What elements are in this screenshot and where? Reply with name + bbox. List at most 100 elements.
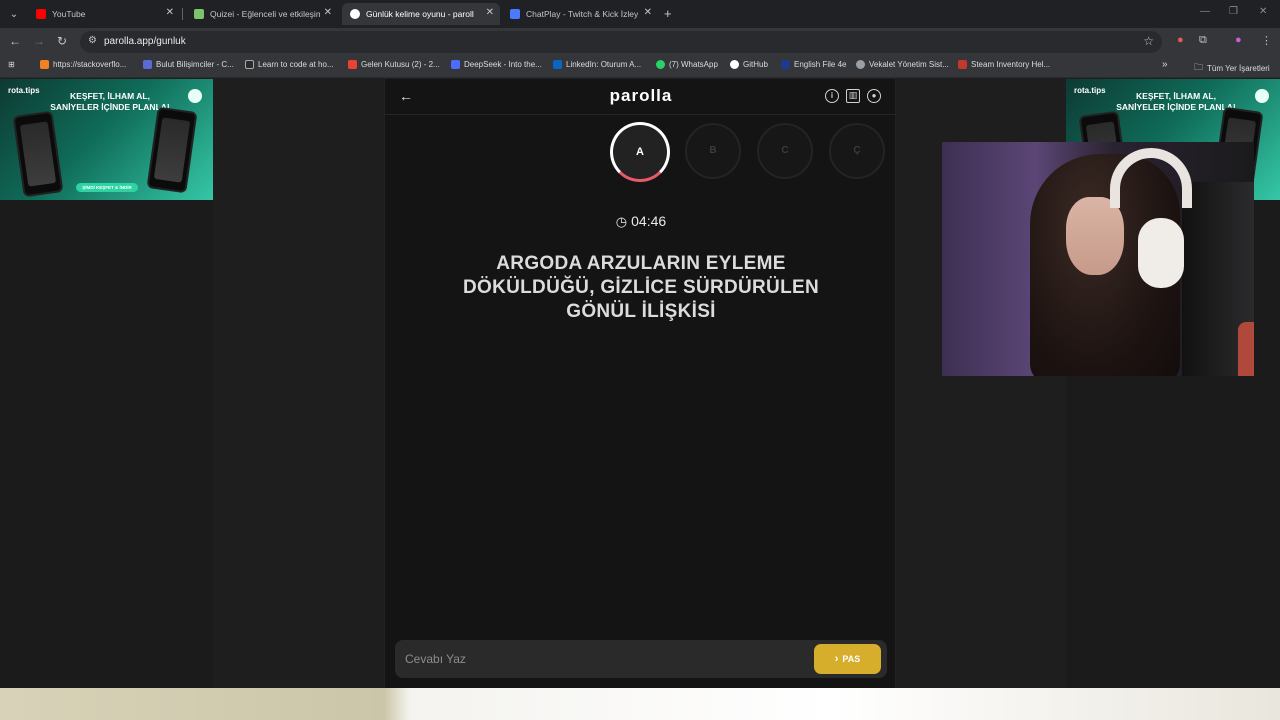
answer-bar: ›PAS [395,640,887,678]
bookmark-label: LinkedIn: Oturum A... [566,60,642,69]
whatsapp-icon [656,60,665,69]
bookmark-bulut[interactable]: Bulut Bilişimciler - C... [143,60,234,69]
folder-icon: 🗀 [1194,62,1204,72]
bottom-overlay-strip [0,688,1280,720]
tab-quizei[interactable]: Quizei - Eğlenceli ve etkileşimli ✕ [186,3,338,25]
browser-toolbar: ← → ↻ ⚙ parolla.app/gunluk ☆ ● ⧉ ● ⋮ [0,28,1280,56]
youtube-favicon-icon [36,9,46,19]
bulut-icon [143,60,152,69]
clue-line: DÖKÜLDÜĞÜ, GİZLİCE SÜRDÜRÜLEN [463,277,819,298]
letter-circle: B [685,123,741,179]
tab-title: Günlük kelime oyunu - parolla [366,9,474,19]
ad-brand: rota.tips [1074,86,1106,95]
letter-circle-active: A [610,122,670,182]
bookmark-label: https://stackoverflo... [53,60,127,69]
extensions-icon[interactable]: ⧉ [1199,34,1207,47]
apps-grid-icon[interactable]: ⊞ [8,60,15,69]
forward-icon[interactable]: → [33,34,45,48]
all-bookmarks-folder[interactable]: 🗀 Tüm Yer İşaretleri [1194,60,1270,76]
ad-info-icon[interactable] [1255,89,1269,103]
bookmarks-bar: ⊞ https://stackoverflo... Bulut Bilişimc… [0,56,1280,78]
tab-title: ChatPlay - Twitch & Kick İzleyici [526,9,638,19]
bookmark-steam-inventory[interactable]: Steam Inventory Hel... [958,60,1050,69]
countdown-timer: ◷ 04:46 [385,213,897,230]
letter-circle: Ç [829,123,885,179]
linkedin-icon [553,60,562,69]
bookmark-label: Vekalet Yönetim Sist... [869,60,949,69]
ad-headline-line: KEŞFET, İLHAM AL, [70,91,150,101]
bookmark-label: (7) WhatsApp [669,60,718,69]
bookmark-gmail[interactable]: Gelen Kutusu (2) - 2... [348,60,440,69]
game-panel: ← parolla i ▥ ● A B C Ç ◷ 04:46 ARGODA AR… [384,79,897,688]
bookmark-learn-to-code[interactable]: Learn to code at ho... [245,60,334,69]
tab-separator [182,8,183,20]
tab-chatplay[interactable]: ChatPlay - Twitch & Kick İzleyici ✕ [502,3,658,25]
back-icon[interactable]: ← [9,34,21,48]
gmail-icon [348,60,357,69]
info-icon[interactable]: i [825,89,839,103]
bookmark-label: DeepSeek - Into the... [464,60,542,69]
bookmarks-overflow-icon[interactable]: » [1162,59,1168,70]
ad-headline-line: KEŞFET, İLHAM AL, [1136,91,1216,101]
minimize-icon[interactable]: — [1200,6,1210,17]
github-icon [730,60,739,69]
chevron-right-icon: › [834,653,839,665]
code-icon [245,60,254,69]
close-tab-icon[interactable]: ✕ [324,7,332,18]
new-tab-icon[interactable]: + [664,6,672,21]
headset-earcup-image [1138,218,1184,288]
reload-icon[interactable]: ↻ [57,34,67,48]
ad-info-icon[interactable] [188,89,202,103]
user-icon[interactable]: ● [867,89,881,103]
answer-input[interactable] [405,649,795,669]
game-header: ← parolla i ▥ ● [385,79,897,115]
ad-cta-button[interactable]: ŞİMDİ KEŞFET & İNDİR [76,183,138,192]
bookmark-star-icon[interactable]: ☆ [1143,34,1154,48]
bookmark-stackoverflow[interactable]: https://stackoverflo... [40,60,126,69]
chair-accent-image [1238,322,1254,376]
streamer-face-image [1066,197,1124,275]
stackoverflow-icon [40,60,49,69]
chatplay-favicon-icon [510,9,520,19]
pass-label: PAS [842,654,861,664]
bookmark-whatsapp[interactable]: (7) WhatsApp [656,60,718,69]
bookmark-linkedin[interactable]: LinkedIn: Oturum A... [553,60,641,69]
deepseek-icon [451,60,460,69]
timer-value: 04:46 [631,213,667,229]
close-tab-icon[interactable]: ✕ [644,7,652,18]
bookmark-english-file[interactable]: English File 4e [781,60,846,69]
stats-icon[interactable]: ▥ [846,89,860,103]
site-info-icon[interactable]: ⚙ [88,35,97,46]
tab-parolla[interactable]: Günlük kelime oyunu - parolla ✕ [342,3,500,25]
tab-search-button[interactable]: ⌄ [4,4,24,24]
clock-icon: ◷ [615,214,628,229]
bookmark-label: Gelen Kutusu (2) - 2... [361,60,440,69]
left-ad-banner[interactable]: rota.tips KEŞFET, İLHAM AL, SANİYELER İÇ… [0,79,213,200]
maximize-icon[interactable]: ❐ [1229,6,1238,17]
parolla-logo: parolla [609,86,673,105]
tab-title: YouTube [52,9,86,19]
clue-line: ARGODA ARZULARIN EYLEME [496,253,786,274]
clue-line: GÖNÜL İLİŞKİSİ [566,301,716,322]
parolla-favicon-icon [350,9,360,19]
webcam-overlay [942,142,1254,376]
close-window-icon[interactable]: ✕ [1259,6,1267,17]
extension-alert-icon[interactable]: ● [1177,34,1184,46]
clue-text: ARGODA ARZULARIN EYLEME DÖKÜLDÜĞÜ, GİZLİ… [441,252,841,324]
tab-title: Quizei - Eğlenceli ve etkileşimli [210,9,320,19]
english-file-icon [781,60,790,69]
close-tab-icon[interactable]: ✕ [486,7,494,18]
ad-brand: rota.tips [8,86,40,95]
tab-youtube[interactable]: YouTube ✕ [28,3,180,25]
close-tab-icon[interactable]: ✕ [166,7,174,18]
quizei-favicon-icon [194,9,204,19]
menu-kebab-icon[interactable]: ⋮ [1261,34,1272,47]
address-bar[interactable]: ⚙ parolla.app/gunluk ☆ [80,31,1162,53]
tab-strip: ⌄ YouTube ✕ Quizei - Eğlenceli ve etkile… [0,0,1280,28]
bookmark-github[interactable]: GitHub [730,60,768,69]
bookmark-vekalet[interactable]: Vekalet Yönetim Sist... [856,60,949,69]
bookmark-deepseek[interactable]: DeepSeek - Into the... [451,60,542,69]
profile-avatar-icon[interactable]: ● [1235,34,1242,46]
globe-icon [856,60,865,69]
pass-button[interactable]: › PAS [814,644,881,674]
